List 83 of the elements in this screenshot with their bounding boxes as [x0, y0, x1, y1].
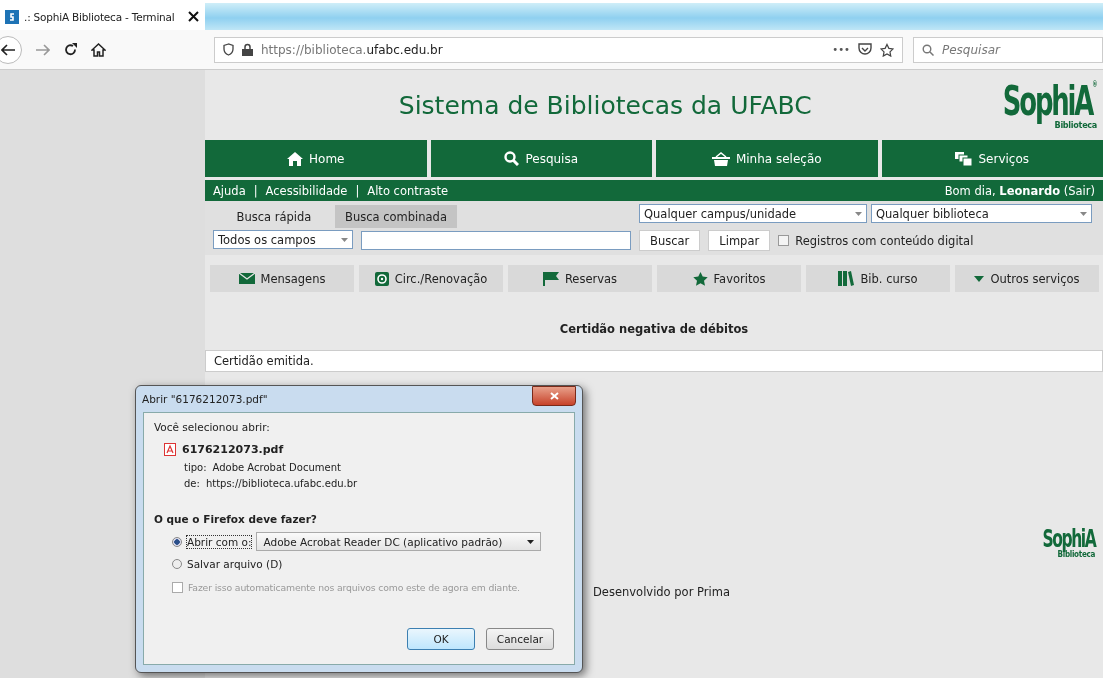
reload-icon[interactable] — [64, 43, 77, 56]
shield-icon — [223, 43, 234, 56]
close-icon[interactable] — [188, 11, 199, 22]
radio-label[interactable]: Salvar arquivo (D) — [187, 558, 283, 570]
search-button[interactable]: Limpar — [708, 230, 771, 251]
source-value: https://biblioteca.ufabc.edu.br — [205, 478, 358, 489]
nav-tab[interactable]: Home — [205, 140, 427, 177]
header-link[interactable]: Alto contraste — [367, 183, 449, 198]
dropdown-arrow-icon — [1080, 211, 1087, 216]
sophia-logo: SophiA — [1042, 527, 1095, 551]
dropdown-arrow-icon — [855, 211, 862, 216]
lock-icon — [242, 43, 253, 56]
nav-tab[interactable]: Minha seleção — [656, 140, 878, 177]
page-heading: Certidão negativa de débitos — [558, 321, 750, 338]
header-link[interactable]: Ajuda — [213, 183, 246, 198]
back-arrow-icon — [1, 43, 15, 56]
header-link[interactable]: Acessibilidade — [265, 183, 348, 198]
address-bar[interactable]: https://biblioteca.ufabc.edu.br ••• — [214, 36, 903, 63]
radio-label[interactable]: Abrir com o: — [187, 535, 252, 548]
star-outline-icon[interactable] — [880, 42, 894, 57]
basket-icon — [711, 151, 730, 166]
service-button[interactable]: Outros serviços — [955, 265, 1099, 292]
search-input[interactable] — [361, 231, 631, 250]
dialog-button[interactable]: Cancelar — [486, 628, 554, 650]
campus-dropdown[interactable]: Qualquer campus/unidade — [639, 204, 867, 223]
dropdown-arrow-icon — [341, 237, 348, 242]
search-icon — [504, 151, 520, 166]
field-dropdown[interactable]: Todos os campos — [213, 230, 353, 249]
source-label: de: — [184, 478, 200, 489]
disc-icon — [374, 271, 389, 286]
service-button[interactable]: Bib. curso — [806, 265, 950, 292]
pocket-icon[interactable] — [858, 43, 872, 56]
home-icon — [287, 151, 304, 166]
search-tab[interactable]: Busca rápida — [213, 205, 335, 228]
home-icon[interactable] — [91, 42, 106, 57]
envelope-icon — [238, 273, 255, 284]
type-value: Adobe Acrobat Document — [212, 462, 341, 473]
checkbox-label: Registros com conteúdo digital — [795, 233, 974, 248]
caret-down-icon — [974, 275, 985, 282]
url-text: https://biblioteca.ufabc.edu.br — [261, 42, 443, 57]
greeting-text: Bom dia, Leonardo (Sair) — [944, 183, 1095, 198]
browser-tab[interactable]: .: SophiA Biblioteca - Terminal — [0, 0, 205, 30]
library-dropdown[interactable]: Qualquer biblioteca — [871, 204, 1092, 223]
dialog-button[interactable]: OK — [407, 628, 475, 650]
search-button[interactable]: Buscar — [639, 230, 701, 251]
application-dropdown[interactable]: Adobe Acrobat Reader DC (aplicativo padrão) — [256, 532, 542, 551]
link-separator: | — [253, 183, 258, 198]
page-actions-menu[interactable]: ••• — [832, 44, 850, 55]
forward-arrow-icon[interactable] — [36, 43, 50, 56]
type-label: tipo: — [184, 462, 207, 473]
service-button[interactable]: Favoritos — [657, 265, 801, 292]
service-button[interactable]: Circ./Renovação — [359, 265, 503, 292]
dialog-title: Abrir "6176212073.pdf" — [142, 393, 268, 405]
dialog-intro: Você selecionou abrir: — [154, 421, 271, 433]
radio-button[interactable] — [172, 536, 182, 547]
status-message: Certidão emitida. — [205, 350, 1103, 372]
flag-icon — [542, 271, 559, 286]
back-button[interactable] — [0, 35, 22, 64]
checkbox-label: Fazer isso automaticamente nos arquivos como este de agora em diante. — [188, 582, 520, 593]
windows-icon — [955, 151, 973, 166]
logo-subtitle: Biblioteca — [1057, 551, 1095, 559]
close-icon — [549, 392, 559, 400]
browser-search-field[interactable]: Pesquisar — [913, 36, 1103, 63]
site-favicon-icon — [5, 9, 19, 24]
site-title: Sistema de Bibliotecas da UFABC — [397, 90, 813, 120]
radio-button[interactable] — [172, 559, 182, 569]
checkbox[interactable] — [778, 235, 790, 246]
nav-tab[interactable]: Pesquisa — [430, 140, 652, 177]
books-icon — [838, 271, 855, 286]
search-tab[interactable]: Busca combinada — [335, 205, 457, 228]
pdf-file-icon — [164, 443, 176, 456]
close-button[interactable] — [532, 386, 576, 406]
file-name: 6176212073.pdf — [182, 443, 284, 456]
star-icon — [692, 271, 708, 286]
dialog-question: O que o Firefox deve fazer? — [154, 513, 318, 525]
link-separator: | — [355, 183, 360, 198]
service-button[interactable]: Mensagens — [210, 265, 354, 292]
dropdown-arrow-icon — [527, 539, 535, 544]
tab-title: .: SophiA Biblioteca - Terminal — [24, 10, 176, 23]
nav-tab[interactable]: Serviços — [881, 140, 1103, 177]
credit-text: Desenvolvido por Prima — [593, 585, 730, 599]
search-icon — [922, 43, 934, 56]
service-button[interactable]: Reservas — [508, 265, 652, 292]
